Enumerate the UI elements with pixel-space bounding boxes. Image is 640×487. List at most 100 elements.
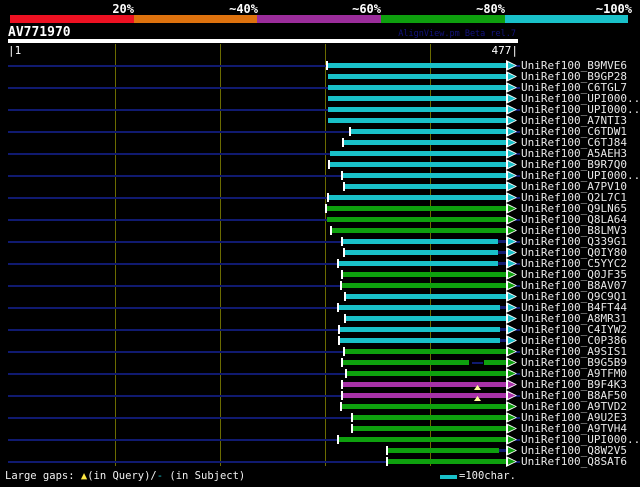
hit-bar[interactable] [327,206,507,211]
hit-arrowhead-icon[interactable] [506,434,517,445]
hit-arrowhead-icon[interactable] [506,148,517,159]
hit-arrowhead-fill [507,326,516,333]
hit-arrowhead-icon[interactable] [506,181,517,192]
alignment-start-tick [327,193,329,202]
hit-arrowhead-icon[interactable] [506,137,517,148]
alignment-start-tick [330,226,332,235]
alignment-start-tick [341,171,343,180]
hit-bar[interactable] [353,415,507,420]
hit-bar[interactable] [344,140,507,145]
hit-bar[interactable] [328,96,507,101]
hit-arrowhead-icon[interactable] [506,379,517,390]
hit-label[interactable]: UniRef100_Q8SAT6 [521,456,627,467]
hit-arrowhead-icon[interactable] [506,335,517,346]
hit-bar[interactable] [346,294,507,299]
query-title: AV771970 [8,25,71,40]
hit-bar[interactable] [339,437,507,442]
hit-arrowhead-icon[interactable] [506,313,517,324]
hsp-connector-line [498,240,507,243]
alignment-start-tick [344,292,346,301]
hit-arrowhead-icon[interactable] [506,269,517,280]
hit-arrowhead-icon[interactable] [506,126,517,137]
hit-bar[interactable] [330,151,507,156]
hit-bar[interactable] [347,371,507,376]
alignment-start-tick [341,270,343,279]
hit-arrowhead-fill [507,183,516,190]
hit-arrowhead-icon[interactable] [506,71,517,82]
hit-arrowhead-icon[interactable] [506,170,517,181]
hit-arrowhead-icon[interactable] [506,236,517,247]
hit-arrowhead-icon[interactable] [506,324,517,335]
hit-bar[interactable] [343,272,507,277]
hit-bar[interactable] [339,261,498,266]
hit-arrowhead-icon[interactable] [506,192,517,203]
hit-arrowhead-icon[interactable] [506,445,517,456]
hit-arrowhead-fill [507,150,516,157]
hit-bar[interactable] [353,426,507,431]
hit-arrowhead-fill [507,436,516,443]
hit-arrowhead-icon[interactable] [506,291,517,302]
hit-bar[interactable] [328,74,507,79]
hit-bar[interactable] [328,118,507,123]
hit-bar[interactable] [328,63,507,68]
hit-bar[interactable] [345,184,507,189]
hit-bar[interactable] [345,250,498,255]
hit-bar[interactable] [388,448,499,453]
hit-arrowhead-icon[interactable] [506,203,517,214]
hit-arrowhead-fill [507,403,516,410]
hit-bar[interactable] [342,283,507,288]
hit-arrowhead-fill [507,194,516,201]
hit-bar[interactable] [339,305,500,310]
hit-arrowhead-icon[interactable] [506,258,517,269]
hit-arrowhead-icon[interactable] [506,159,517,170]
hit-bar[interactable] [332,228,507,233]
hit-arrowhead-icon[interactable] [506,280,517,291]
hit-arrowhead-icon[interactable] [506,214,517,225]
hit-bar[interactable] [340,338,500,343]
alignment-start-tick [343,182,345,191]
hit-bar[interactable] [346,316,507,321]
hit-arrowhead-icon[interactable] [506,423,517,434]
hit-bar[interactable] [343,239,498,244]
hit-arrowhead-icon[interactable] [506,93,517,104]
alignment-start-tick [341,237,343,246]
hit-arrowhead-icon[interactable] [506,346,517,357]
hit-arrowhead-icon[interactable] [506,115,517,126]
hit-arrowhead-icon[interactable] [506,302,517,313]
alignment-start-tick [328,160,330,169]
hit-bar[interactable] [342,404,507,409]
hit-bar[interactable] [328,107,507,112]
hit-arrowhead-icon[interactable] [506,247,517,258]
hit-bar[interactable] [351,129,507,134]
hit-bar[interactable] [330,162,507,167]
hit-arrowhead-fill [507,84,516,91]
hit-arrowhead-fill [507,73,516,80]
hit-arrowhead-icon[interactable] [506,368,517,379]
hit-bar[interactable] [343,173,507,178]
hit-bar[interactable] [329,195,507,200]
hit-bar[interactable] [327,217,507,222]
hit-bar[interactable] [340,327,500,332]
hit-bar[interactable] [343,393,507,398]
hit-arrowhead-icon[interactable] [506,412,517,423]
hsp-connector-line [500,328,507,331]
alignment-start-tick [326,61,328,70]
hit-arrowhead-icon[interactable] [506,390,517,401]
hit-arrowhead-fill [507,238,516,245]
hit-arrowhead-icon[interactable] [506,401,517,412]
scale-percent-label: ~100% [595,2,632,16]
hit-bar[interactable] [328,85,507,90]
hit-arrowhead-icon[interactable] [506,357,517,368]
hit-arrowhead-icon[interactable] [506,82,517,93]
hit-bar[interactable] [345,349,507,354]
hit-arrowhead-icon[interactable] [506,60,517,71]
hit-arrowhead-fill [507,315,516,322]
hit-arrowhead-icon[interactable] [506,456,517,467]
hit-row: UniRef100_Q8SAT6 [0,456,640,467]
hit-bar[interactable] [388,459,507,464]
ruler-start-label: |1 [8,44,22,57]
hit-arrowhead-icon[interactable] [506,225,517,236]
hit-bar[interactable] [343,382,507,387]
hit-arrowhead-icon[interactable] [506,104,517,115]
alignment-start-tick [386,457,388,466]
